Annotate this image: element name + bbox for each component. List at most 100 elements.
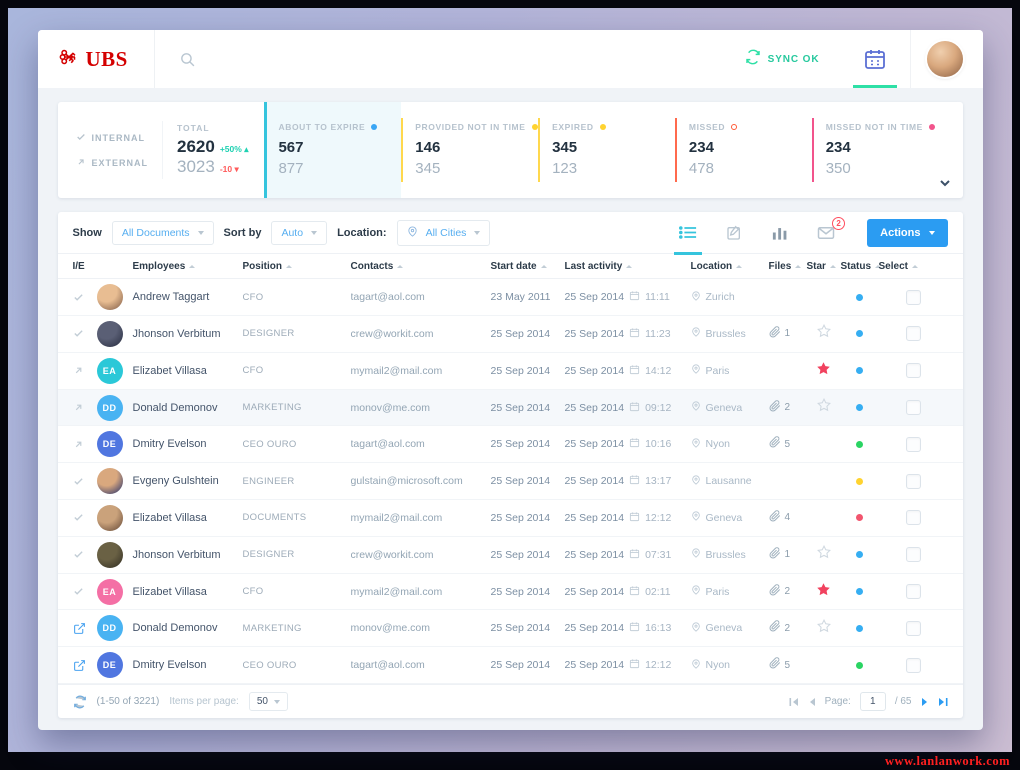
employee-cell[interactable]: DD Donald Demonov bbox=[96, 615, 243, 642]
files-cell[interactable]: 2 bbox=[769, 399, 807, 417]
row-checkbox[interactable] bbox=[905, 584, 921, 599]
last-page-icon[interactable] bbox=[938, 697, 948, 707]
star-cell[interactable] bbox=[807, 361, 841, 381]
previous-page-icon[interactable] bbox=[808, 697, 816, 707]
star-filled-icon[interactable] bbox=[816, 361, 831, 381]
contact-cell[interactable]: tagart@aol.com bbox=[351, 659, 491, 671]
employee-cell[interactable]: Jhonson Verbitum bbox=[96, 541, 243, 568]
column-header-select[interactable]: Select bbox=[879, 261, 948, 272]
table-row[interactable]: DD Donald Demonov MARKETING monov@me.com 25 … bbox=[57, 389, 963, 427]
table-row[interactable]: Elizabet Villasa DOCUMENTS mymail2@mail.co… bbox=[57, 500, 963, 537]
next-page-icon[interactable] bbox=[921, 697, 929, 707]
employee-cell[interactable]: DE Dmitry Evelson bbox=[96, 431, 243, 458]
user-avatar[interactable] bbox=[926, 41, 963, 77]
table-row[interactable]: Jhonson Verbitum DESIGNER crew@workit.com 2… bbox=[57, 537, 963, 574]
contact-cell[interactable]: crew@workit.com bbox=[351, 549, 491, 561]
row-checkbox[interactable] bbox=[905, 547, 921, 563]
star-filled-icon[interactable] bbox=[816, 582, 831, 602]
location-dropdown[interactable]: All Cities bbox=[396, 219, 491, 246]
sync-status[interactable]: SYNC OK bbox=[745, 49, 820, 70]
contact-cell[interactable]: mymail2@mail.com bbox=[351, 512, 491, 524]
column-header-status[interactable]: Status bbox=[841, 261, 882, 272]
notes-view-icon[interactable] bbox=[711, 212, 757, 254]
contact-cell[interactable]: crew@workit.com bbox=[351, 328, 491, 340]
employee-cell[interactable]: Andrew Taggart bbox=[96, 284, 243, 311]
row-checkbox[interactable] bbox=[905, 326, 921, 342]
table-row[interactable]: DD Donald Demonov MARKETING monov@me.com 25 … bbox=[57, 610, 963, 648]
star-outline-icon[interactable] bbox=[816, 398, 831, 417]
contact-cell[interactable]: tagart@aol.com bbox=[351, 438, 491, 450]
contact-cell[interactable]: tagart@aol.com bbox=[351, 291, 491, 303]
employee-cell[interactable]: Elizabet Villasa bbox=[96, 504, 243, 531]
select-cell[interactable] bbox=[879, 510, 948, 526]
contact-cell[interactable]: monov@me.com bbox=[351, 622, 491, 634]
documents-filter-dropdown[interactable]: All Documents bbox=[111, 220, 214, 245]
row-checkbox[interactable] bbox=[905, 473, 921, 489]
table-row[interactable]: DE Dmitry Evelson CEO OURO tagart@aol.com 25… bbox=[57, 647, 963, 684]
employee-cell[interactable]: Jhonson Verbitum bbox=[96, 320, 243, 347]
row-checkbox[interactable] bbox=[905, 363, 921, 379]
row-checkbox[interactable] bbox=[905, 400, 921, 416]
first-page-icon[interactable] bbox=[789, 697, 799, 707]
column-header-last-activity[interactable]: Last activity bbox=[565, 261, 691, 272]
employee-cell[interactable]: DD Donald Demonov bbox=[96, 394, 243, 421]
column-header-contacts[interactable]: Contacts bbox=[351, 261, 491, 272]
files-cell[interactable]: 1 bbox=[769, 546, 807, 564]
star-outline-icon[interactable] bbox=[816, 618, 831, 638]
column-header-position[interactable]: Position bbox=[243, 261, 351, 272]
files-cell[interactable]: 4 bbox=[769, 509, 807, 527]
select-cell[interactable] bbox=[879, 436, 948, 452]
row-checkbox[interactable] bbox=[905, 289, 921, 305]
stat-card-missed-not-in-time[interactable]: MISSED NOT IN TIME 234 350 bbox=[811, 102, 949, 198]
select-cell[interactable] bbox=[879, 657, 948, 673]
column-header-location[interactable]: Location bbox=[691, 261, 769, 272]
chart-view-icon[interactable] bbox=[757, 212, 803, 254]
star-outline-icon[interactable] bbox=[816, 545, 831, 564]
row-checkbox[interactable] bbox=[905, 657, 921, 673]
files-cell[interactable]: 5 bbox=[769, 656, 807, 674]
files-cell[interactable]: 2 bbox=[769, 583, 807, 601]
select-cell[interactable] bbox=[879, 584, 948, 599]
sort-dropdown[interactable]: Auto bbox=[271, 220, 328, 245]
files-cell[interactable]: 5 bbox=[769, 435, 807, 453]
employee-cell[interactable]: EA Elizabet Villasa bbox=[96, 578, 243, 605]
mail-icon[interactable]: 2 bbox=[803, 212, 849, 254]
employee-cell[interactable]: EA Elizabet Villasa bbox=[96, 357, 243, 384]
column-header-star[interactable]: Star bbox=[807, 261, 841, 272]
contact-cell[interactable]: monov@me.com bbox=[351, 402, 491, 414]
select-cell[interactable] bbox=[879, 473, 948, 489]
items-per-page-dropdown[interactable]: 50 bbox=[248, 692, 288, 711]
table-row[interactable]: EA Elizabet Villasa CFO mymail2@mail.com 25 … bbox=[57, 353, 963, 390]
column-header-employees[interactable]: Employees bbox=[97, 261, 243, 272]
star-outline-icon[interactable] bbox=[816, 324, 831, 343]
page-input[interactable] bbox=[859, 692, 886, 711]
select-cell[interactable] bbox=[879, 326, 948, 342]
stat-card-about-to-expire[interactable]: ABOUT TO EXPIRE 567 877 bbox=[264, 102, 402, 198]
table-row[interactable]: Jhonson Verbitum DESIGNER crew@workit.com 2… bbox=[57, 316, 963, 353]
column-header-start-date[interactable]: Start date bbox=[491, 261, 565, 272]
list-view-icon[interactable] bbox=[665, 212, 711, 255]
table-row[interactable]: Andrew Taggart CFO tagart@aol.com 23 May 20… bbox=[57, 279, 963, 317]
select-cell[interactable] bbox=[879, 289, 948, 305]
star-cell[interactable] bbox=[807, 545, 841, 564]
select-cell[interactable] bbox=[879, 400, 948, 416]
stat-card-missed[interactable]: MISSED 234 478 bbox=[674, 102, 812, 198]
star-cell[interactable] bbox=[807, 618, 841, 638]
actions-button[interactable]: Actions bbox=[867, 218, 948, 247]
column-header-files[interactable]: Files bbox=[769, 261, 807, 272]
table-row[interactable]: DE Dmitry Evelson CEO OURO tagart@aol.com 25… bbox=[57, 426, 963, 464]
chevron-down-icon[interactable] bbox=[939, 174, 951, 192]
stat-card-provided-not-in-time[interactable]: PROVIDED NOT IN TIME 146 345 bbox=[401, 102, 538, 198]
contact-cell[interactable]: mymail2@mail.com bbox=[351, 365, 491, 377]
employee-cell[interactable]: DE Dmitry Evelson bbox=[96, 652, 243, 679]
star-cell[interactable] bbox=[807, 582, 841, 602]
employee-cell[interactable]: Evgeny Gulshtein bbox=[96, 468, 243, 495]
row-checkbox[interactable] bbox=[905, 436, 921, 452]
table-row[interactable]: EA Elizabet Villasa CFO mymail2@mail.com 25 … bbox=[57, 574, 963, 611]
stat-card-expired[interactable]: EXPIRED 345 123 bbox=[538, 102, 675, 198]
column-header-i-e[interactable]: I/E bbox=[73, 261, 97, 272]
files-cell[interactable]: 2 bbox=[769, 619, 807, 637]
contact-cell[interactable]: mymail2@mail.com bbox=[351, 586, 491, 598]
refresh-icon[interactable] bbox=[73, 695, 87, 709]
search-icon[interactable] bbox=[179, 51, 196, 68]
